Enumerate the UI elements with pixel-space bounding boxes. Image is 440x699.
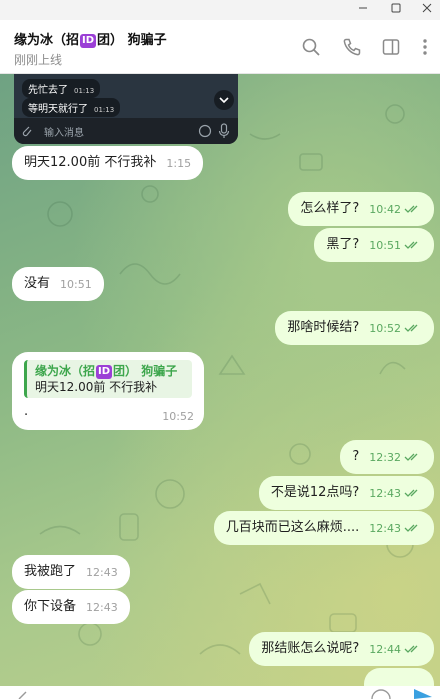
chat-title-text: 缘为冰（招 — [14, 33, 80, 48]
message-bubble[interactable]: 几百块而已这么麻烦.... 12:43 — [213, 511, 434, 545]
message-time: 10:51 — [60, 278, 92, 291]
message-time: 12:43 — [369, 487, 401, 500]
window-titlebar — [0, 0, 440, 20]
reply-quote-author-text: 缘为冰（招 — [35, 364, 96, 378]
read-checks-icon — [404, 205, 418, 213]
more-icon[interactable] — [415, 37, 435, 57]
read-checks-icon — [404, 324, 418, 332]
read-checks-icon — [404, 489, 418, 497]
message-bubble[interactable]: 不是说12点吗? 12:43 — [258, 476, 434, 510]
reply-quote-author: 缘为冰（招 ID 团） 狗骗子 — [35, 363, 184, 379]
mic-icon — [218, 123, 230, 138]
emoji-icon[interactable] — [370, 688, 392, 699]
message-bubble[interactable]: 没有 10:51 — [12, 267, 104, 301]
message-text: 你下设备 — [24, 599, 77, 614]
maximize-icon[interactable] — [387, 1, 405, 19]
message-bubble[interactable]: 你下设备 12:43 — [12, 590, 130, 624]
read-checks-icon — [404, 241, 418, 249]
message-bubble[interactable]: 明天12.00前 不行我补 1:15 — [12, 146, 204, 180]
read-checks-icon — [404, 524, 418, 532]
message-bubble-partial[interactable] — [364, 668, 434, 686]
reply-message-bubble[interactable]: 缘为冰（招 ID 团） 狗骗子 明天12.00前 不行我补 . 10:52 — [12, 352, 204, 430]
message-text: 没有 — [24, 276, 51, 291]
media-preview[interactable]: 先忙去了 01:13 等明天就行了 01:13 输入消息 — [14, 74, 238, 144]
chat-header: 缘为冰（招 ID 团） 狗骗子 刚刚上线 — [0, 20, 440, 74]
reply-quote-author-text-2: 团） 狗骗子 — [113, 364, 178, 378]
message-text: ? — [352, 449, 360, 464]
media-input-placeholder: 输入消息 — [44, 128, 84, 139]
media-input-bar: 输入消息 — [14, 118, 238, 144]
message-text: . — [24, 404, 29, 419]
message-bubble[interactable]: 怎么样了? 10:42 — [288, 192, 434, 226]
message-time: 12:43 — [369, 522, 401, 535]
message-text: 不是说12点吗? — [270, 485, 360, 500]
search-icon[interactable] — [301, 37, 321, 57]
attach-icon[interactable] — [14, 690, 32, 699]
message-text: 那结账怎么说呢? — [261, 641, 360, 656]
read-checks-icon — [404, 453, 418, 461]
message-text: 黑了? — [326, 237, 360, 252]
message-time: 10:52 — [162, 410, 194, 423]
message-time: 10:42 — [369, 203, 401, 216]
media-line: 等明天就行了 01:13 — [22, 98, 121, 117]
attach-icon — [22, 126, 32, 137]
message-bubble[interactable]: 黑了? 10:51 — [314, 228, 434, 262]
read-checks-icon — [404, 645, 418, 653]
id-badge: ID — [80, 34, 97, 48]
sidebar-toggle-icon[interactable] — [381, 37, 401, 57]
sticker-icon — [198, 124, 212, 138]
reply-quote-text: 明天12.00前 不行我补 — [35, 380, 158, 394]
chat-status: 刚刚上线 — [14, 53, 63, 67]
message-time: 12:43 — [86, 566, 118, 579]
media-line-text: 先忙去了 — [28, 85, 68, 96]
phone-icon[interactable] — [342, 37, 362, 57]
scroll-down-icon[interactable] — [214, 90, 234, 110]
message-text: 那啥时候结? — [287, 320, 360, 335]
chat-area[interactable]: 先忙去了 01:13 等明天就行了 01:13 输入消息 明天12.00前 不行我补… — [0, 74, 440, 686]
id-badge: ID — [96, 365, 113, 379]
message-time: 10:52 — [369, 322, 401, 335]
message-bubble[interactable]: 那结账怎么说呢? 12:44 — [249, 632, 434, 666]
message-time: 12:32 — [369, 451, 401, 464]
reply-quote[interactable]: 缘为冰（招 ID 团） 狗骗子 明天12.00前 不行我补 — [24, 360, 192, 398]
message-bubble[interactable]: 我被跑了 12:43 — [12, 555, 130, 589]
message-composer[interactable] — [0, 686, 440, 699]
chat-title[interactable]: 缘为冰（招 ID 团） 狗骗子 — [14, 29, 167, 48]
message-bubble[interactable]: ? 12:32 — [340, 440, 434, 474]
message-time: 1:15 — [166, 157, 192, 170]
message-text: 我被跑了 — [24, 564, 77, 579]
message-time: 12:43 — [86, 601, 118, 614]
minimize-icon[interactable] — [354, 1, 372, 19]
message-time: 10:51 — [369, 239, 401, 252]
media-line-time: 01:13 — [94, 106, 115, 114]
message-text: 几百块而已这么麻烦.... — [225, 520, 360, 535]
media-line-text: 等明天就行了 — [28, 104, 88, 115]
message-time: 12:44 — [369, 643, 401, 656]
message-bubble[interactable]: 那啥时候结? 10:52 — [275, 311, 434, 345]
media-line-time: 01:13 — [74, 87, 95, 95]
send-icon[interactable] — [412, 687, 434, 699]
message-text: 怎么样了? — [300, 201, 360, 216]
close-icon[interactable] — [418, 1, 436, 19]
chat-title-text-2: 团） 狗骗子 — [97, 33, 167, 48]
media-line: 先忙去了 01:13 — [22, 79, 101, 98]
message-text: 明天12.00前 不行我补 — [24, 155, 157, 170]
